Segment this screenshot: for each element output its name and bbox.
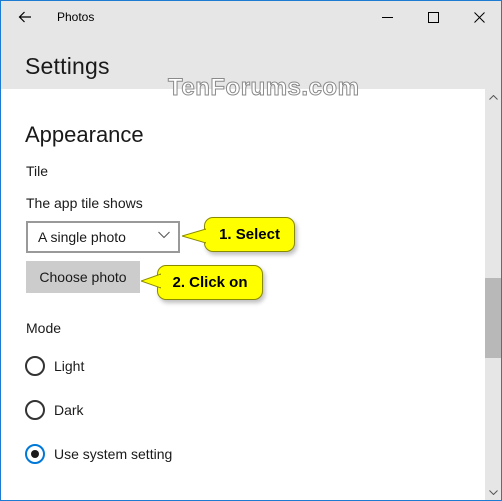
callout-select: 1. Select [204,217,295,252]
title-bar: Photos [1,1,501,33]
callout-tail [141,273,161,289]
watermark: TenForums.com [167,74,360,102]
radio-selected-dot [31,450,39,458]
chevron-down-icon [158,231,170,239]
scroll-thumb[interactable] [485,278,501,359]
back-arrow-icon [18,11,31,23]
callout-click-on: 2. Click on [157,265,263,300]
back-button[interactable] [11,3,39,31]
close-button[interactable] [456,1,501,33]
photos-window: Photos Settings TenForums.com Appearance… [0,0,502,501]
tile-shows-label: The app tile shows [26,195,143,211]
radio-dark[interactable]: Dark [25,400,84,420]
app-title: Photos [57,10,95,24]
section-title-appearance: Appearance [25,122,144,147]
minimize-button[interactable] [364,1,410,33]
tile-heading: Tile [26,163,49,179]
radio-circle[interactable] [25,356,45,376]
callout-tail [182,228,206,244]
radio-circle-checked[interactable] [25,444,45,464]
close-icon [473,11,485,23]
scroll-up-button[interactable] [485,89,501,105]
minimize-icon [381,16,393,18]
tile-shows-dropdown[interactable]: A single photo [26,221,180,253]
chevron-down-icon [488,489,498,495]
radio-label: Light [54,358,85,374]
choose-photo-button[interactable]: Choose photo [26,261,140,293]
dropdown-selected-value: A single photo [38,229,126,245]
scroll-down-button[interactable] [485,484,501,500]
page-title: Settings [25,53,110,79]
radio-use-system-setting[interactable]: Use system setting [25,444,172,464]
radio-label: Dark [54,402,84,418]
radio-label: Use system setting [54,446,173,462]
radio-light[interactable]: Light [25,356,84,376]
maximize-icon [427,11,439,23]
radio-circle[interactable] [25,400,45,420]
mode-heading: Mode [26,320,62,336]
chevron-up-icon [488,94,498,100]
vertical-scrollbar[interactable] [485,89,501,500]
maximize-button[interactable] [410,1,456,33]
